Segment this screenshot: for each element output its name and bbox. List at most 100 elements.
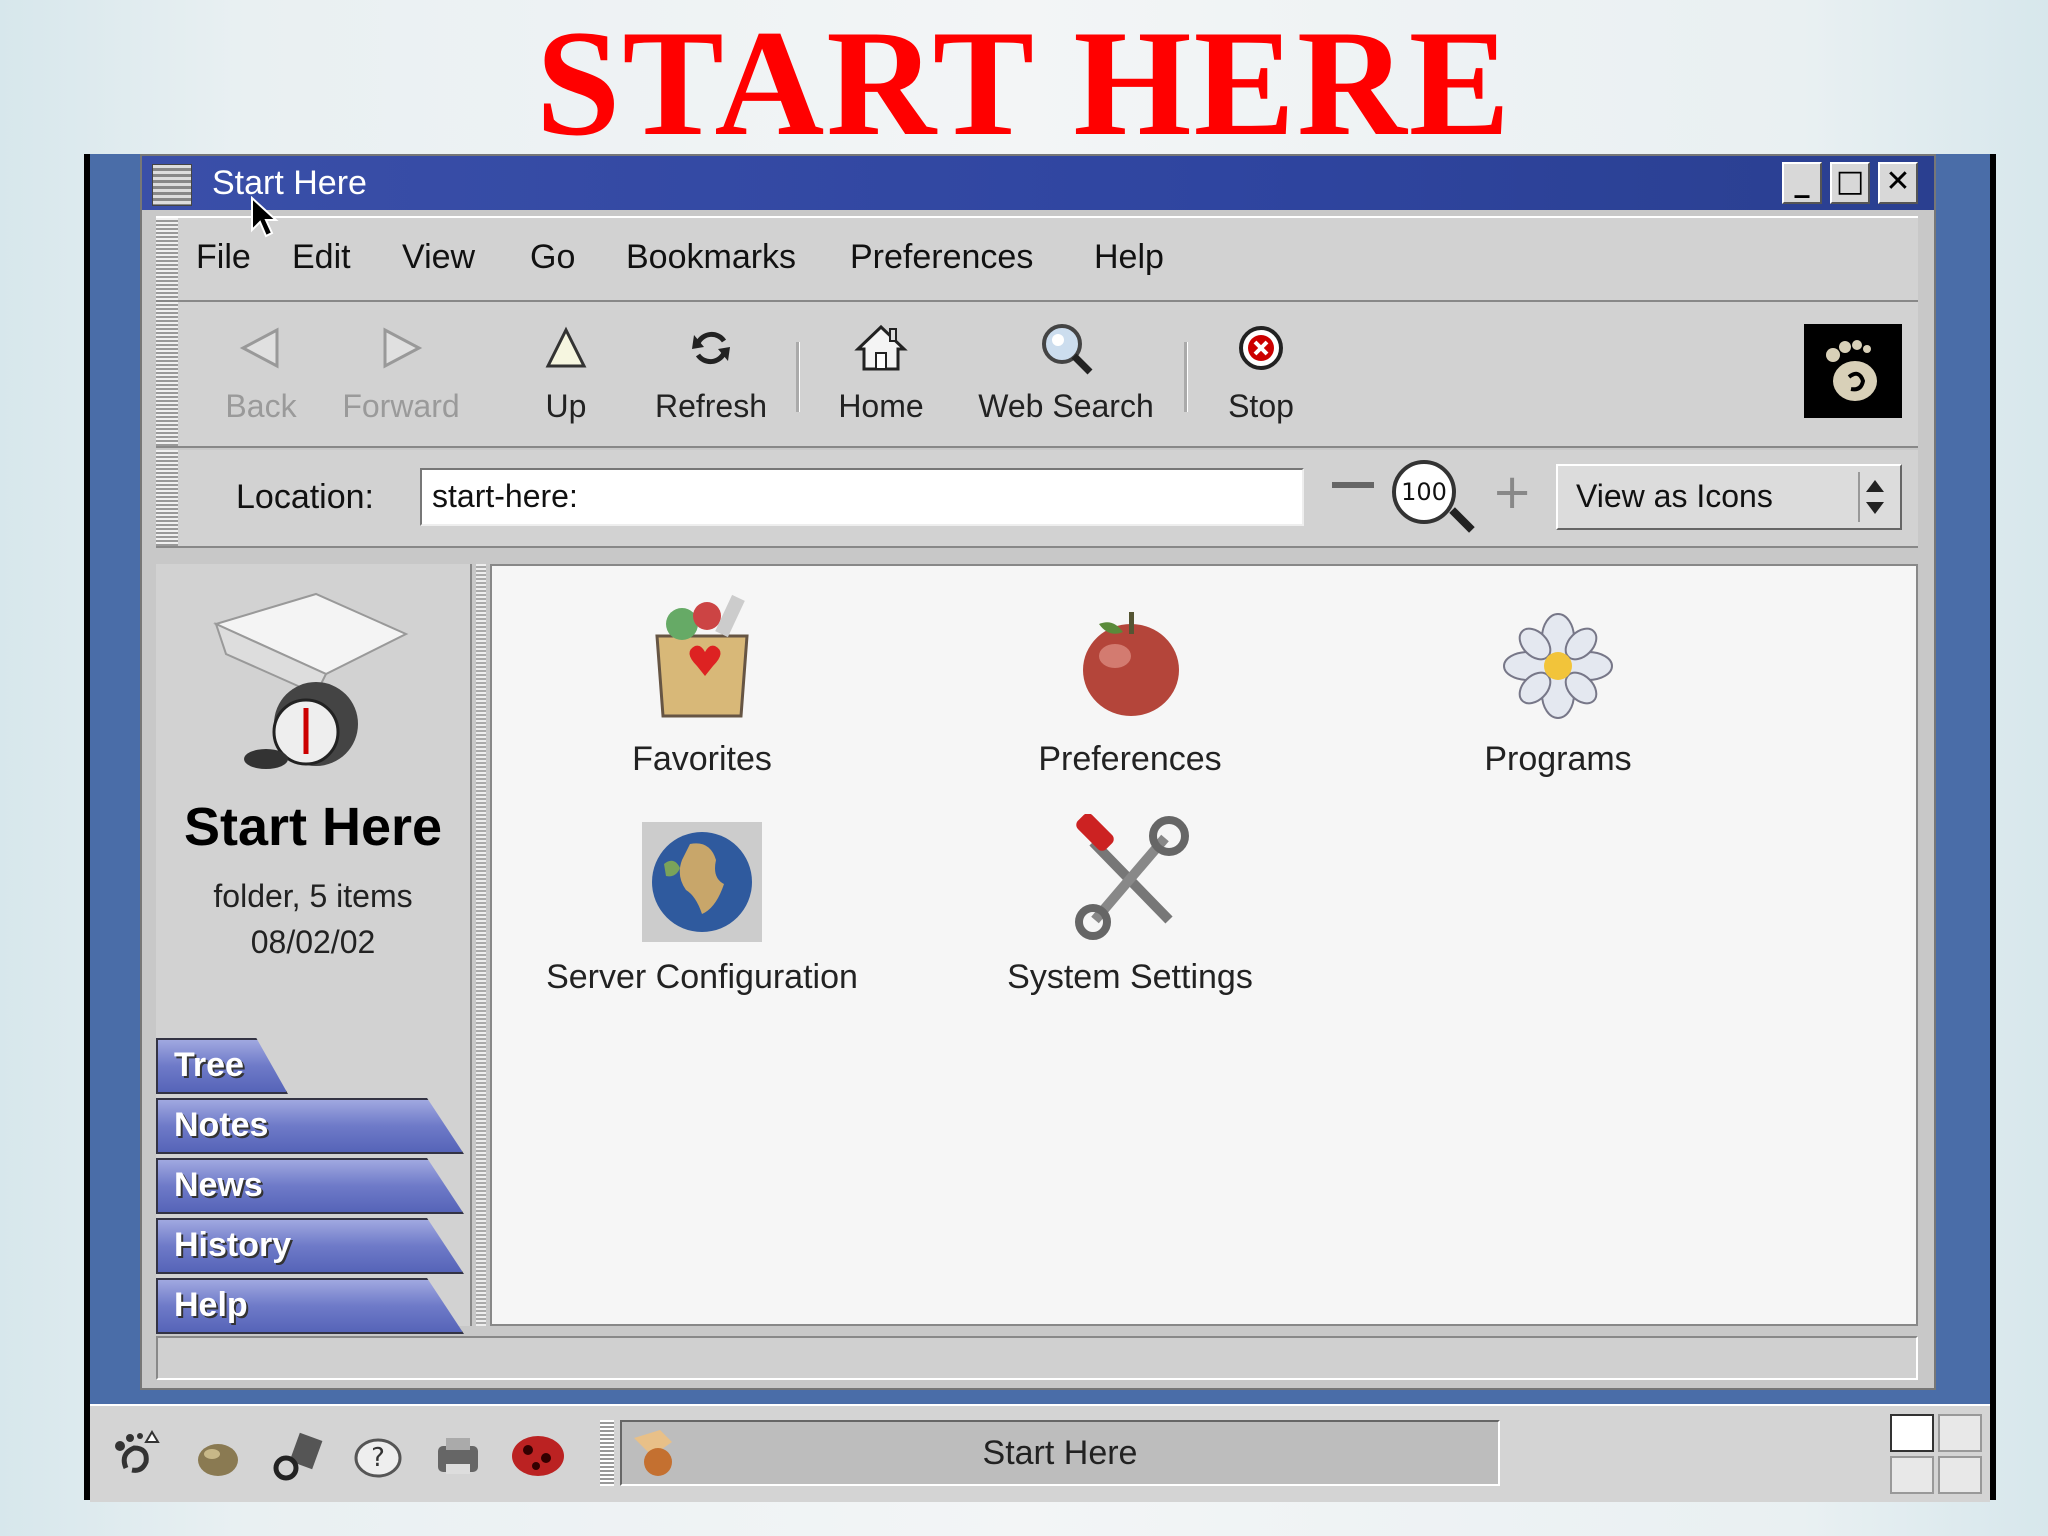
toolbar-handle[interactable] [156, 302, 178, 446]
sidebar: Start Here folder, 5 items 08/02/02 Tree… [156, 564, 472, 1334]
tasklist-handle[interactable] [600, 1420, 614, 1486]
item-preferences[interactable]: Preferences [930, 576, 1330, 779]
sidebar-tab-news[interactable]: News [156, 1158, 464, 1214]
back-label: Back [225, 388, 297, 424]
tools-icon [930, 794, 1330, 944]
location-input[interactable]: start-here: [420, 468, 1304, 526]
stop-button[interactable]: Stop [1196, 316, 1326, 436]
refresh-button[interactable]: Refresh [636, 316, 786, 436]
sidebar-tab-tree[interactable]: Tree [156, 1038, 288, 1094]
back-button[interactable]: Back [206, 316, 316, 436]
close-button[interactable]: ✕ [1878, 162, 1918, 204]
menu-help[interactable]: Help [1094, 238, 1164, 277]
status-bar [156, 1336, 1918, 1380]
location-bar: Location: start-here: 100 + View as Icon… [156, 450, 1918, 548]
forward-label: Forward [342, 388, 460, 424]
item-favorites[interactable]: Favorites [502, 576, 902, 779]
item-server-configuration[interactable]: Server Configuration [502, 794, 902, 997]
menu-file[interactable]: File [196, 238, 251, 277]
minimize-button[interactable]: _ [1782, 162, 1822, 204]
item-label: Preferences [1038, 740, 1222, 778]
taskbar-button-start-here[interactable]: Start Here [620, 1420, 1500, 1486]
sidebar-tab-history[interactable]: History [156, 1218, 464, 1274]
back-arrow-icon [206, 316, 316, 380]
favorites-bag-icon [502, 576, 902, 726]
printer-icon[interactable] [426, 1424, 490, 1488]
taskbar-button-label: Start Here [982, 1434, 1138, 1472]
web-search-label: Web Search [978, 388, 1154, 424]
locationbar-handle[interactable] [156, 450, 178, 546]
home-button[interactable]: Home [806, 316, 956, 436]
tools-launcher-icon[interactable] [266, 1424, 330, 1488]
map-compass-icon [206, 584, 416, 788]
file-manager-window: Start Here _ □ ✕ File Edit View Go Bookm… [140, 154, 1936, 1390]
forward-arrow-icon [326, 316, 476, 380]
item-label: Server Configuration [546, 958, 858, 996]
menu-edit[interactable]: Edit [292, 238, 351, 277]
mouse-pointer-icon [250, 195, 280, 244]
refresh-label: Refresh [654, 388, 768, 424]
stop-icon [1196, 316, 1326, 380]
gnome-foot-logo-icon[interactable] [1804, 324, 1902, 418]
sidebar-tab-label: History [174, 1226, 292, 1264]
stop-label: Stop [1228, 388, 1294, 424]
workspace-3[interactable] [1890, 1456, 1934, 1494]
game-icon[interactable] [506, 1424, 570, 1488]
svg-text:?: ? [371, 1443, 385, 1473]
icon-view: Favorites Preferences Programs Server Co… [490, 564, 1918, 1326]
home-icon [806, 316, 956, 380]
workspace-4[interactable] [1938, 1456, 1982, 1494]
stone-icon[interactable] [186, 1424, 250, 1488]
forward-button[interactable]: Forward [326, 316, 476, 436]
magnifier-handle-icon [1449, 507, 1475, 533]
toolbar: Back Forward Up Refresh Home Web Search … [156, 302, 1918, 448]
zoom-out-button[interactable] [1332, 482, 1374, 488]
toolbar-separator [796, 342, 800, 412]
sidebar-tab-label: Help [174, 1286, 248, 1324]
item-programs[interactable]: Programs [1358, 576, 1758, 779]
gnome-panel: ? Start Here [90, 1404, 1990, 1502]
toolbar-separator [1184, 342, 1188, 412]
refresh-icon [636, 316, 786, 380]
gnome-foot-icon[interactable] [104, 1424, 168, 1488]
item-label: System Settings [1007, 958, 1253, 996]
sidebar-tab-help[interactable]: Help [156, 1278, 464, 1334]
menubar: File Edit View Go Bookmarks Preferences … [156, 216, 1918, 302]
sidebar-tab-label: Notes [174, 1106, 269, 1144]
maximize-button[interactable]: □ [1830, 162, 1870, 204]
menu-go[interactable]: Go [530, 238, 575, 277]
item-label: Programs [1484, 740, 1632, 778]
zoom-level[interactable]: 100 [1392, 460, 1456, 524]
apple-icon [930, 576, 1330, 726]
menu-bookmarks[interactable]: Bookmarks [626, 238, 796, 277]
item-system-settings[interactable]: System Settings [930, 794, 1330, 997]
up-button[interactable]: Up [516, 316, 616, 436]
sidebar-tab-notes[interactable]: Notes [156, 1098, 464, 1154]
location-label: Location: [236, 478, 374, 516]
sidebar-info-type: folder, 5 items [213, 878, 413, 914]
workspace-1[interactable] [1890, 1414, 1934, 1452]
up-arrow-icon [516, 316, 616, 380]
chevron-updown-icon [1858, 472, 1890, 522]
sidebar-tab-label: News [174, 1166, 263, 1204]
menubar-handle[interactable] [156, 218, 178, 300]
workspace-pager[interactable] [1890, 1414, 1984, 1496]
zoom-in-button[interactable]: + [1492, 464, 1532, 520]
pane-splitter[interactable] [476, 564, 486, 1326]
workspace-2[interactable] [1938, 1414, 1982, 1452]
window-titlebar[interactable]: Start Here _ □ ✕ [142, 156, 1934, 210]
help-icon[interactable]: ? [346, 1424, 410, 1488]
window-menu-button[interactable] [152, 164, 192, 206]
home-label: Home [838, 388, 924, 424]
magnifier-globe-icon [956, 316, 1176, 380]
view-mode-label: View as Icons [1576, 478, 1773, 514]
globe-icon [502, 794, 902, 944]
sidebar-tab-label: Tree [174, 1046, 244, 1084]
menu-preferences[interactable]: Preferences [850, 238, 1033, 277]
menu-view[interactable]: View [402, 238, 475, 277]
sidebar-title: Start Here [183, 797, 443, 857]
slide-title: START HERE [535, 0, 1513, 167]
item-label: Favorites [632, 740, 772, 778]
view-mode-select[interactable]: View as Icons [1556, 464, 1902, 530]
web-search-button[interactable]: Web Search [956, 316, 1176, 436]
